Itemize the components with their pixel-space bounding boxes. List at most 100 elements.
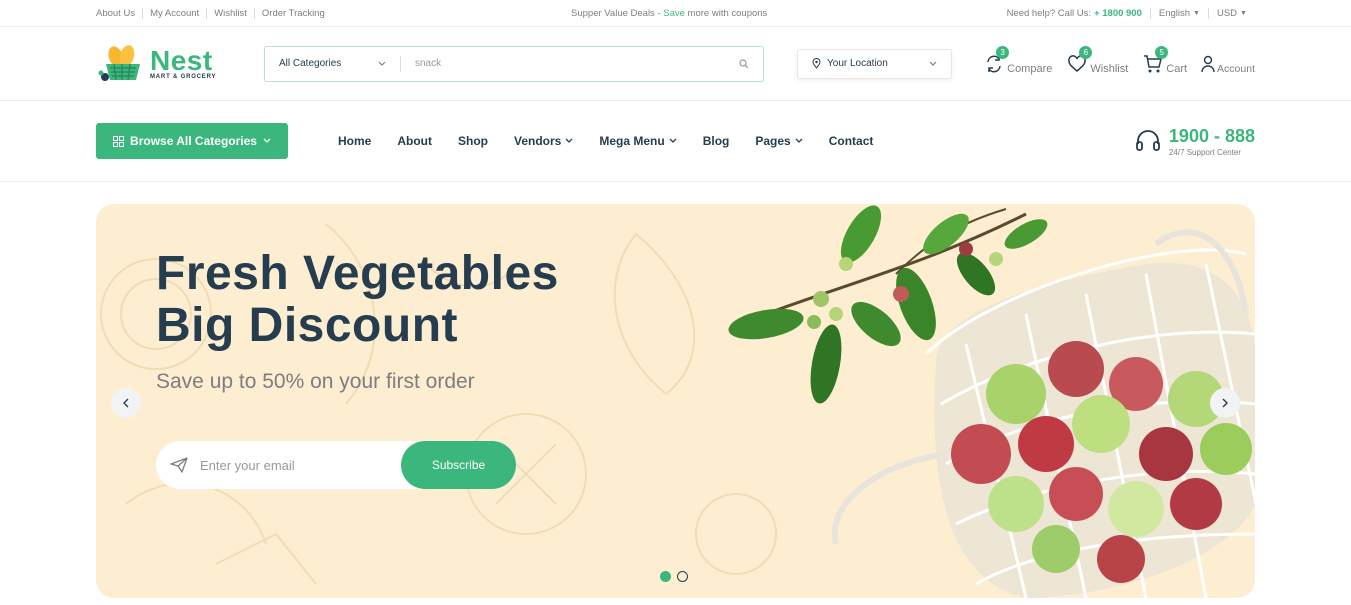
send-icon	[170, 457, 188, 473]
user-icon	[1201, 53, 1215, 75]
nav-item-label: Pages	[755, 134, 791, 148]
nav-item-home[interactable]: Home	[338, 134, 371, 148]
email-input[interactable]: Enter your email	[200, 458, 401, 473]
support-info: 1900 - 888 24/7 Support Center	[1135, 126, 1255, 157]
chevron-down-icon	[565, 138, 573, 143]
help-label: Need help? Call Us:	[1006, 7, 1092, 19]
hero-title-line2: Big Discount	[156, 299, 458, 352]
support-label: 24/7 Support Center	[1168, 147, 1241, 157]
top-bar: About Us My Account Wishlist Order Track…	[0, 0, 1351, 27]
main-header: Nest MART & GROCERY All Categories snack…	[0, 27, 1351, 101]
basket-logo-icon	[98, 44, 140, 81]
chevron-down-icon: ▼	[1240, 9, 1247, 17]
cart-icon: 5	[1142, 45, 1169, 75]
location-select[interactable]: Your Location	[797, 48, 952, 79]
browse-categories-label: Browse All Categories	[130, 134, 257, 148]
compare-button[interactable]: 3 Compare	[983, 45, 1053, 75]
help-text: Need help? Call Us: + 1800 900	[1007, 8, 1150, 19]
chevron-down-icon	[669, 138, 677, 143]
chevron-down-icon: ▼	[1193, 9, 1200, 17]
chevron-down-icon	[929, 61, 937, 66]
header-actions: 3 Compare 6 Wishlist 5 Cart Account	[983, 45, 1255, 75]
nav-item-about[interactable]: About	[397, 134, 432, 148]
nav-item-shop[interactable]: Shop	[458, 134, 488, 148]
currency-value: USD	[1216, 7, 1238, 19]
cart-button[interactable]: 5 Cart	[1142, 45, 1188, 75]
slider-next-button[interactable]	[1210, 388, 1240, 418]
slider-dots	[660, 571, 688, 582]
top-links: About Us My Account Wishlist Order Track…	[96, 7, 332, 19]
currency-select[interactable]: USD ▼	[1207, 7, 1255, 19]
heart-icon: 6	[1066, 45, 1093, 75]
account-label: Account	[1217, 62, 1255, 75]
nav-item-label: Vendors	[514, 134, 562, 148]
chevron-right-icon	[1222, 398, 1228, 408]
order-tracking-link[interactable]: Order Tracking	[253, 7, 332, 19]
location-label: Your Location	[812, 58, 888, 69]
logo-text: Nest MART & GROCERY	[150, 44, 217, 80]
nav-item-label: Blog	[702, 134, 730, 148]
logo[interactable]: Nest MART & GROCERY	[96, 44, 264, 84]
slider-dot-1[interactable]	[660, 571, 671, 582]
category-select-value: All Categories	[279, 58, 342, 69]
category-select[interactable]: All Categories	[279, 55, 401, 72]
support-number[interactable]: 1900 - 888	[1169, 126, 1255, 147]
hero-subtitle: Save up to 50% on your first order	[156, 370, 475, 393]
search-bar: All Categories snack	[264, 45, 764, 82]
top-right: Need help? Call Us: + 1800 900 English ▼ …	[1007, 7, 1255, 19]
nav-menu: Home About Shop Vendors Mega Menu Blog P…	[338, 134, 873, 148]
map-pin-icon	[812, 58, 821, 69]
nav-item-label: Home	[338, 134, 372, 148]
main-nav: Browse All Categories Home About Shop Ve…	[0, 101, 1351, 182]
hero-title: Fresh Vegetables Big Discount	[156, 248, 559, 352]
hero-title-line1: Fresh Vegetables	[156, 247, 559, 300]
promo-prefix: Supper Value Deals -	[571, 7, 664, 19]
logo-tagline: MART & GROCERY	[150, 73, 217, 80]
wishlist-link[interactable]: Wishlist	[206, 7, 254, 19]
search-icon[interactable]	[739, 58, 749, 69]
chevron-left-icon	[123, 398, 129, 408]
help-phone[interactable]: + 1800 900	[1094, 8, 1142, 19]
nav-item-blog[interactable]: Blog	[703, 134, 730, 148]
slider-prev-button[interactable]	[111, 388, 141, 418]
promo-message: Supper Value Deals - Save more with coup…	[571, 8, 767, 19]
nav-item-label: Contact	[828, 134, 874, 148]
wishlist-count-badge: 6	[1079, 45, 1093, 59]
promo-suffix: more with coupons	[684, 7, 768, 19]
language-value: English	[1158, 7, 1191, 19]
cart-label: Cart	[1166, 62, 1188, 75]
compare-count-badge: 3	[996, 45, 1010, 59]
subscribe-button[interactable]: Subscribe	[401, 441, 516, 489]
slider-dot-2[interactable]	[677, 571, 688, 582]
language-select[interactable]: English ▼	[1149, 7, 1208, 19]
search-input[interactable]: snack	[401, 58, 749, 69]
compare-icon: 3	[983, 45, 1010, 75]
hero-slider: Fresh Vegetables Big Discount Save up to…	[96, 204, 1255, 598]
headset-icon	[1136, 130, 1160, 151]
support-text: 1900 - 888 24/7 Support Center	[1169, 126, 1255, 157]
nav-item-vendors[interactable]: Vendors	[514, 134, 573, 148]
nav-item-pages[interactable]: Pages	[755, 134, 803, 148]
compare-label: Compare	[1007, 62, 1053, 75]
chevron-down-icon	[263, 138, 271, 143]
browse-categories-button[interactable]: Browse All Categories	[96, 123, 288, 159]
my-account-link[interactable]: My Account	[142, 7, 206, 19]
logo-name: Nest	[150, 44, 213, 76]
apple-basket-image	[728, 205, 1255, 598]
location-value: Your Location	[827, 58, 888, 69]
wishlist-label: Wishlist	[1090, 62, 1129, 75]
nav-item-label: About	[397, 134, 432, 148]
search-value: snack	[415, 58, 442, 69]
cart-count-badge: 5	[1155, 45, 1169, 59]
grid-icon	[113, 135, 125, 147]
about-us-link[interactable]: About Us	[96, 8, 142, 19]
account-button[interactable]: Account	[1201, 53, 1255, 75]
chevron-down-icon	[795, 138, 803, 143]
nav-item-label: Mega Menu	[599, 134, 665, 148]
newsletter-form: Enter your email Subscribe	[156, 441, 516, 489]
chevron-down-icon	[378, 61, 386, 66]
nav-item-mega-menu[interactable]: Mega Menu	[599, 134, 677, 148]
promo-highlight: Save	[663, 7, 685, 19]
nav-item-contact[interactable]: Contact	[829, 134, 874, 148]
wishlist-button[interactable]: 6 Wishlist	[1066, 45, 1129, 75]
